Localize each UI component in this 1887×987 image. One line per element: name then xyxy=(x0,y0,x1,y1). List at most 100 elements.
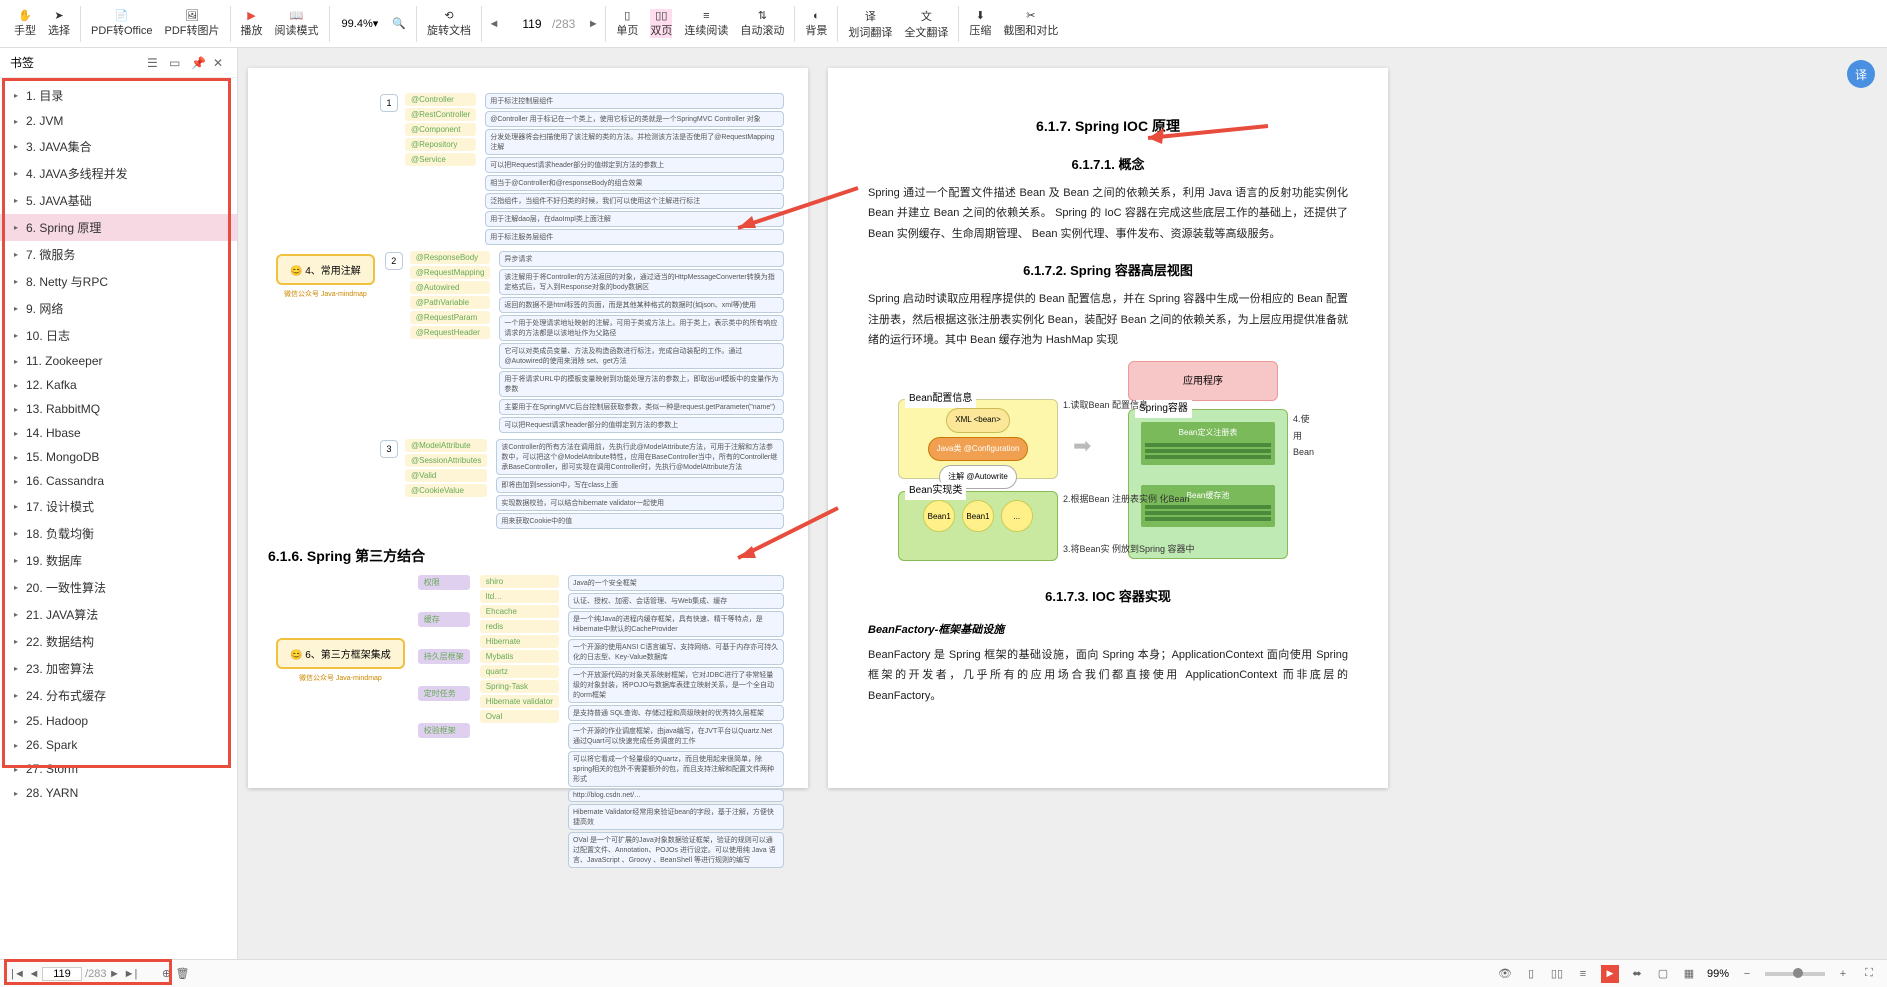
bookmark-item[interactable]: ▸26. Spark xyxy=(0,733,237,757)
view-double-icon[interactable]: ▯▯ xyxy=(1549,966,1565,982)
bg-icon: ◐ xyxy=(813,10,820,22)
chevron-right-icon: ▸ xyxy=(14,91,22,100)
bookmark-item[interactable]: ▸9. 网络 xyxy=(0,295,237,322)
bookmark-item[interactable]: ▸20. 一致性算法 xyxy=(0,574,237,601)
chevron-right-icon: ▸ xyxy=(14,277,22,286)
zoom-control[interactable]: 99.4% ▾ xyxy=(342,17,379,30)
rotate-btn[interactable]: ⟲旋转文档 xyxy=(427,9,471,38)
sb-next-last[interactable]: ►| xyxy=(122,966,138,982)
zoom-icon: 🔍 xyxy=(392,17,406,30)
chevron-right-icon: ▸ xyxy=(14,765,22,774)
zoom-slider[interactable] xyxy=(1765,972,1825,976)
sb-del-page[interactable]: 🗑 xyxy=(174,966,190,982)
chevron-down-icon: ▾ xyxy=(373,17,379,30)
chevron-right-icon: ▸ xyxy=(14,117,22,126)
read-mode[interactable]: 📖阅读模式 xyxy=(275,9,319,38)
crop-icon: ✂ xyxy=(1026,9,1035,22)
view-single-icon[interactable]: ▯ xyxy=(1523,966,1539,982)
play-btn[interactable]: ▶播放 xyxy=(241,9,263,38)
bookmark-item[interactable]: ▸22. 数据结构 xyxy=(0,628,237,655)
chevron-right-icon: ▸ xyxy=(14,583,22,592)
page-prev[interactable]: ◄ xyxy=(486,16,502,32)
pdf-to-office[interactable]: 📄PDF转Office xyxy=(91,9,153,38)
view-cont-icon[interactable]: ≡ xyxy=(1575,966,1591,982)
full-translate[interactable]: 文全文翻译 xyxy=(904,8,948,40)
single-page-icon: ▯ xyxy=(624,9,630,22)
float-translate-btn[interactable]: 译 xyxy=(1847,60,1875,88)
fit-page-icon[interactable]: ▢ xyxy=(1655,966,1671,982)
ioc-app-box: 应用程序 xyxy=(1128,361,1278,401)
pdf-to-image[interactable]: 🖼PDF转图片 xyxy=(165,9,220,38)
sb-play-icon[interactable]: ▶ xyxy=(1601,965,1619,983)
bookmark-item[interactable]: ▸7. 微服务 xyxy=(0,241,237,268)
continuous-icon: ≡ xyxy=(703,10,709,22)
bookmark-item[interactable]: ▸14. Hbase xyxy=(0,421,237,445)
chevron-right-icon: ▸ xyxy=(14,169,22,178)
word-translate[interactable]: 译划词翻译 xyxy=(848,8,892,40)
crop-btn[interactable]: ✂截图和对比 xyxy=(1003,9,1058,38)
pdf-office-icon: 📄 xyxy=(115,9,129,22)
bookmark-item[interactable]: ▸21. JAVA算法 xyxy=(0,601,237,628)
document-view[interactable]: 译 1 @Controller @RestController @Compone… xyxy=(238,48,1887,959)
page-next[interactable]: ► xyxy=(585,16,601,32)
page-input[interactable] xyxy=(512,17,552,31)
bookmark-item[interactable]: ▸11. Zookeeper xyxy=(0,349,237,373)
sb-next[interactable]: ► xyxy=(106,966,122,982)
bookmark-item[interactable]: ▸25. Hadoop xyxy=(0,709,237,733)
bookmark-item[interactable]: ▸23. 加密算法 xyxy=(0,655,237,682)
sb-add-page[interactable]: ⊕ xyxy=(158,966,174,982)
bookmark-item[interactable]: ▸8. Netty 与RPC xyxy=(0,268,237,295)
continuous-read[interactable]: ≡连续阅读 xyxy=(684,10,728,38)
background-btn[interactable]: ◐背景 xyxy=(805,10,827,38)
zoom-out-icon[interactable]: − xyxy=(1739,966,1755,982)
fit-width-icon[interactable]: ⬌ xyxy=(1629,966,1645,982)
bookmark-item[interactable]: ▸28. YARN xyxy=(0,781,237,805)
sb-prev[interactable]: ◄ xyxy=(26,966,42,982)
compress-icon: ⬇ xyxy=(976,9,985,22)
close-icon[interactable]: ✕ xyxy=(213,56,227,70)
translate-icon: 译 xyxy=(865,8,876,24)
pin-icon[interactable]: 📌 xyxy=(191,56,205,70)
single-page[interactable]: ▯单页 xyxy=(616,9,638,38)
bookmark-item[interactable]: ▸18. 负载均衡 xyxy=(0,520,237,547)
bookmark-item[interactable]: ▸10. 日志 xyxy=(0,322,237,349)
chevron-right-icon: ▸ xyxy=(14,691,22,700)
layout-icon[interactable]: ▦ xyxy=(1681,966,1697,982)
bookmark-item[interactable]: ▸2. JVM xyxy=(0,109,237,133)
sb-page-input[interactable] xyxy=(42,967,82,981)
chevron-right-icon: ▸ xyxy=(14,529,22,538)
select-tool[interactable]: ➤选择 xyxy=(48,9,70,38)
pdf-image-icon: 🖼 xyxy=(185,9,199,22)
hand-tool[interactable]: ✋手型 xyxy=(14,9,36,38)
zoom-in-icon[interactable]: + xyxy=(1835,966,1851,982)
auto-scroll[interactable]: ⇅自动滚动 xyxy=(740,9,784,38)
zoom-tools[interactable]: 🔍 xyxy=(392,17,406,30)
sb-prev-first[interactable]: |◄ xyxy=(10,966,26,982)
eye-icon[interactable]: 👁 xyxy=(1497,966,1513,982)
bookmark-item[interactable]: ▸6. Spring 原理 xyxy=(0,214,237,241)
chevron-right-icon: ▸ xyxy=(14,223,22,232)
compress-btn[interactable]: ⬇压缩 xyxy=(969,9,991,38)
collapse-icon[interactable]: ▭ xyxy=(169,56,183,70)
chevron-right-icon: ▸ xyxy=(14,196,22,205)
bookmark-item[interactable]: ▸27. Storm xyxy=(0,757,237,781)
chevron-right-icon: ▸ xyxy=(14,610,22,619)
bookmark-item[interactable]: ▸24. 分布式缓存 xyxy=(0,682,237,709)
mm-branch-2: 2 xyxy=(385,252,403,270)
chevron-right-icon: ▸ xyxy=(14,502,22,511)
bookmark-list[interactable]: ▸1. 目录▸2. JVM▸3. JAVA集合▸4. JAVA多线程并发▸5. … xyxy=(0,78,237,959)
bookmark-item[interactable]: ▸3. JAVA集合 xyxy=(0,133,237,160)
bookmark-item[interactable]: ▸12. Kafka xyxy=(0,373,237,397)
bookmark-item[interactable]: ▸13. RabbitMQ xyxy=(0,397,237,421)
fullscreen-icon[interactable]: ⛶ xyxy=(1861,966,1877,982)
double-page[interactable]: ▯▯双页 xyxy=(650,9,672,38)
bookmark-item[interactable]: ▸4. JAVA多线程并发 xyxy=(0,160,237,187)
bookmark-item[interactable]: ▸5. JAVA基础 xyxy=(0,187,237,214)
bookmark-item[interactable]: ▸15. MongoDB xyxy=(0,445,237,469)
bookmark-item[interactable]: ▸19. 数据库 xyxy=(0,547,237,574)
bookmark-item[interactable]: ▸1. 目录 xyxy=(0,82,237,109)
expand-icon[interactable]: ☰ xyxy=(147,56,161,70)
bookmark-item[interactable]: ▸17. 设计模式 xyxy=(0,493,237,520)
bookmark-item[interactable]: ▸16. Cassandra xyxy=(0,469,237,493)
mindmap-root-1: 😊 4、常用注解 xyxy=(276,254,375,285)
